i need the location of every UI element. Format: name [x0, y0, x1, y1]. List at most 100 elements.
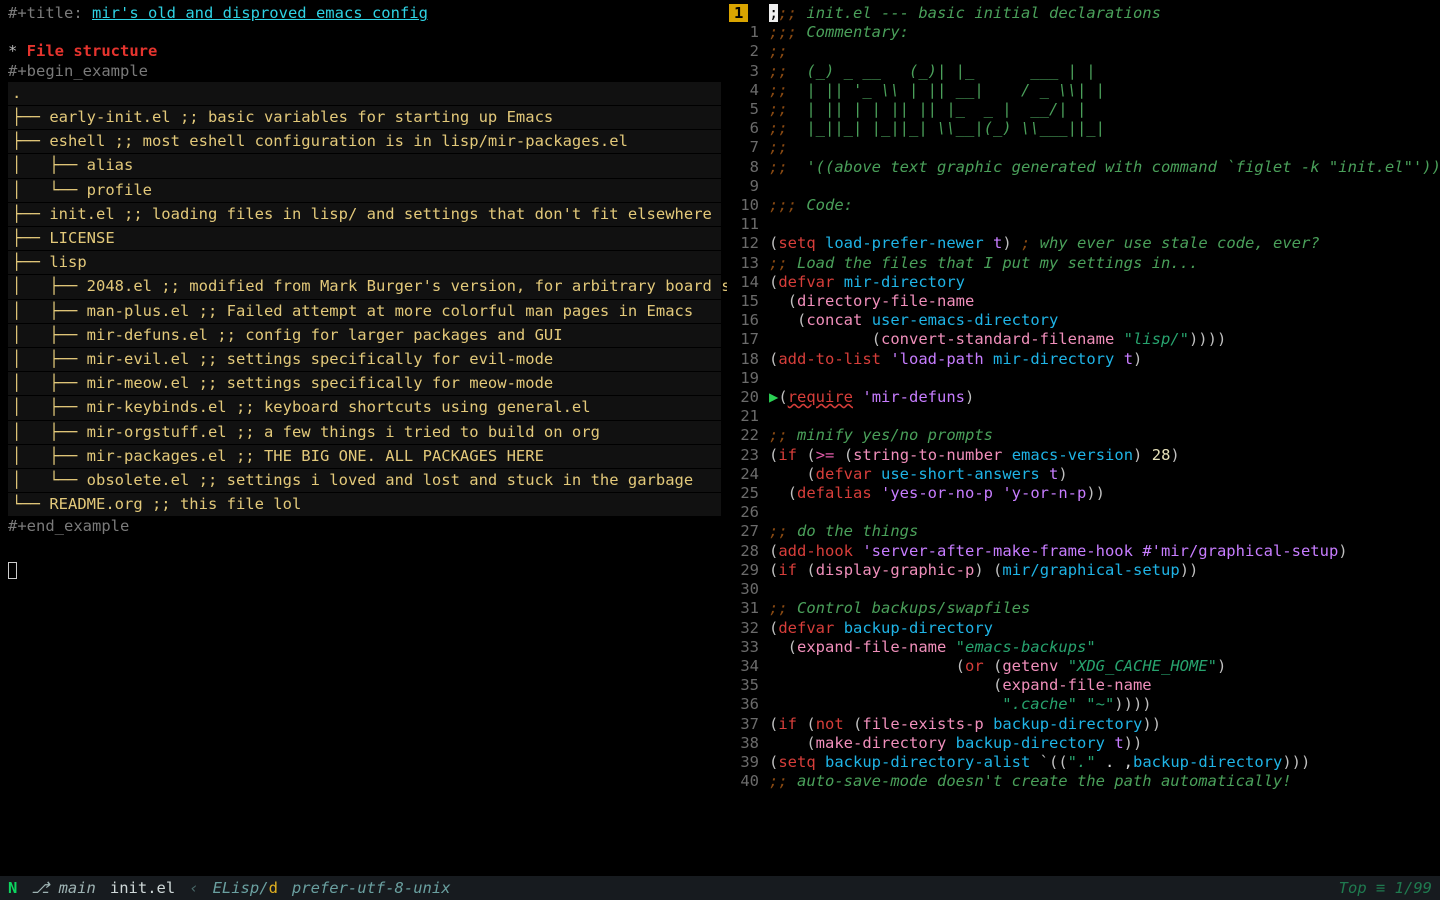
- code-line[interactable]: 10;;; Code:: [727, 196, 1440, 215]
- code-line[interactable]: 26: [727, 503, 1440, 522]
- buffer-filename: init.el: [110, 876, 175, 900]
- line-number: 30: [727, 580, 769, 599]
- code-line[interactable]: 4;; | || '_ \\ | || __| / _ \\| |: [727, 81, 1440, 100]
- tree-line: │ └── profile: [8, 179, 721, 202]
- code-line[interactable]: 12(setq load-prefer-newer t) ; why ever …: [727, 234, 1440, 253]
- code-line[interactable]: 8;; '((above text graphic generated with…: [727, 158, 1440, 177]
- tree-line: ├── LICENSE: [8, 227, 721, 250]
- code-line[interactable]: 40;; auto-save-mode doesn't create the p…: [727, 772, 1440, 791]
- code-line[interactable]: 28(add-hook 'server-after-make-frame-hoo…: [727, 542, 1440, 561]
- code-line[interactable]: 34 (or (getenv "XDG_CACHE_HOME"): [727, 657, 1440, 676]
- branch-icon: ⎇: [31, 879, 49, 897]
- line-number: 12: [727, 234, 769, 253]
- code-line[interactable]: 20▶(require 'mir-defuns): [727, 388, 1440, 407]
- code-line[interactable]: 14(defvar mir-directory: [727, 273, 1440, 292]
- encoding: prefer-utf-8-unix: [292, 876, 451, 900]
- line-number: 39: [727, 753, 769, 772]
- code-line[interactable]: 24 (defvar use-short-answers t): [727, 465, 1440, 484]
- code-line[interactable]: 15 (directory-file-name: [727, 292, 1440, 311]
- code-line[interactable]: 22;; minify yes/no prompts: [727, 426, 1440, 445]
- line-number: 14: [727, 273, 769, 292]
- elisp-init-pane[interactable]: 1;;; init.el --- basic initial declarati…: [727, 0, 1440, 876]
- code-line[interactable]: 23(if (>= (string-to-number emacs-versio…: [727, 446, 1440, 465]
- current-line-badge: 1: [729, 4, 748, 22]
- text-cursor-right: ;: [769, 4, 778, 22]
- line-number: 20: [727, 388, 769, 407]
- code-line[interactable]: 5;; | || | | || || |_ _ | __/| |: [727, 100, 1440, 119]
- code-line[interactable]: 11: [727, 215, 1440, 234]
- tree-line: .: [8, 82, 721, 105]
- line-number: 10: [727, 196, 769, 215]
- code-line[interactable]: 2;;: [727, 42, 1440, 61]
- code-line[interactable]: 33 (expand-file-name "emacs-backups": [727, 638, 1440, 657]
- org-title-keyword: #+title:: [8, 4, 92, 22]
- code-line[interactable]: 6;; |_||_| |_||_| \\__|(_) \\___||_|: [727, 119, 1440, 138]
- code-line[interactable]: 18(add-to-list 'load-path mir-directory …: [727, 350, 1440, 369]
- org-begin-example: #+begin_example: [8, 62, 721, 81]
- tree-line: ├── early-init.el ;; basic variables for…: [8, 106, 721, 129]
- code-line[interactable]: 21: [727, 407, 1440, 426]
- modeline: N ⎇ main init.el ‹ ELisp/d prefer-utf-8-…: [0, 876, 1440, 900]
- org-title-text: mir's old and disproved emacs config: [92, 4, 428, 22]
- line-number: 34: [727, 657, 769, 676]
- code-line[interactable]: 35 (expand-file-name: [727, 676, 1440, 695]
- line-number: 33: [727, 638, 769, 657]
- tree-line: │ ├── 2048.el ;; modified from Mark Burg…: [8, 275, 721, 298]
- tree-line: └── README.org ;; this file lol: [8, 493, 721, 516]
- text-cursor-left: [8, 562, 17, 579]
- line-number: 31: [727, 599, 769, 618]
- code-line[interactable]: 1;;; Commentary:: [727, 23, 1440, 42]
- tree-line: ├── init.el ;; loading files in lisp/ an…: [8, 203, 721, 226]
- code-listing[interactable]: 1;;; init.el --- basic initial declarati…: [727, 4, 1440, 791]
- line-number: 7: [727, 138, 769, 157]
- tree-line: │ ├── mir-packages.el ;; THE BIG ONE. AL…: [8, 445, 721, 468]
- line-number: 28: [727, 542, 769, 561]
- org-readme-pane[interactable]: #+title: mir's old and disproved emacs c…: [0, 0, 727, 876]
- file-tree: .├── early-init.el ;; basic variables fo…: [8, 82, 721, 517]
- evil-state-indicator: N: [8, 876, 17, 900]
- line-number: 18: [727, 350, 769, 369]
- code-line[interactable]: 19: [727, 369, 1440, 388]
- line-number: 15: [727, 292, 769, 311]
- line-number: 8: [727, 158, 769, 177]
- code-line[interactable]: 7;;: [727, 138, 1440, 157]
- vcs-branch: ⎇ main: [31, 876, 96, 900]
- code-line[interactable]: 27;; do the things: [727, 522, 1440, 541]
- code-line[interactable]: 1;;; init.el --- basic initial declarati…: [727, 4, 1440, 23]
- code-line[interactable]: 30: [727, 580, 1440, 599]
- tree-line: │ ├── mir-orgstuff.el ;; a few things i …: [8, 421, 721, 444]
- tree-line: │ ├── alias: [8, 154, 721, 177]
- code-line[interactable]: 25 (defalias 'yes-or-no-p 'y-or-n-p)): [727, 484, 1440, 503]
- line-number: 35: [727, 676, 769, 695]
- code-line[interactable]: 32(defvar backup-directory: [727, 619, 1440, 638]
- line-number: 21: [727, 407, 769, 426]
- code-line[interactable]: 29(if (display-graphic-p) (mir/graphical…: [727, 561, 1440, 580]
- line-number: 29: [727, 561, 769, 580]
- org-title-line: #+title: mir's old and disproved emacs c…: [8, 4, 721, 23]
- code-line[interactable]: 3;; (_) _ __ (_)| |_ ___ | |: [727, 62, 1440, 81]
- code-line[interactable]: 9: [727, 177, 1440, 196]
- code-line[interactable]: 39(setq backup-directory-alist `(("." . …: [727, 753, 1440, 772]
- code-line[interactable]: 36 ".cache" "~")))): [727, 695, 1440, 714]
- separator: ‹: [189, 876, 198, 900]
- tree-line: │ └── obsolete.el ;; settings i loved an…: [8, 469, 721, 492]
- org-heading-1: * File structure: [8, 42, 721, 61]
- line-number: 6: [727, 119, 769, 138]
- line-number: 4: [727, 81, 769, 100]
- buffer-position: Top ≡ 1/99: [1339, 876, 1432, 900]
- tree-line: │ ├── mir-defuns.el ;; config for larger…: [8, 324, 721, 347]
- code-line[interactable]: 17 (convert-standard-filename "lisp/")))…: [727, 330, 1440, 349]
- code-line[interactable]: 13;; Load the files that I put my settin…: [727, 254, 1440, 273]
- line-number: 27: [727, 522, 769, 541]
- code-line[interactable]: 38 (make-directory backup-directory t)): [727, 734, 1440, 753]
- line-number: 19: [727, 369, 769, 388]
- line-number: 38: [727, 734, 769, 753]
- tree-line: ├── eshell ;; most eshell configuration …: [8, 130, 721, 153]
- org-end-example: #+end_example: [8, 517, 721, 536]
- line-number: 24: [727, 465, 769, 484]
- code-line[interactable]: 16 (concat user-emacs-directory: [727, 311, 1440, 330]
- code-line[interactable]: 37(if (not (file-exists-p backup-directo…: [727, 715, 1440, 734]
- code-line[interactable]: 31;; Control backups/swapfiles: [727, 599, 1440, 618]
- line-number: 36: [727, 695, 769, 714]
- tree-line: │ ├── mir-keybinds.el ;; keyboard shortc…: [8, 396, 721, 419]
